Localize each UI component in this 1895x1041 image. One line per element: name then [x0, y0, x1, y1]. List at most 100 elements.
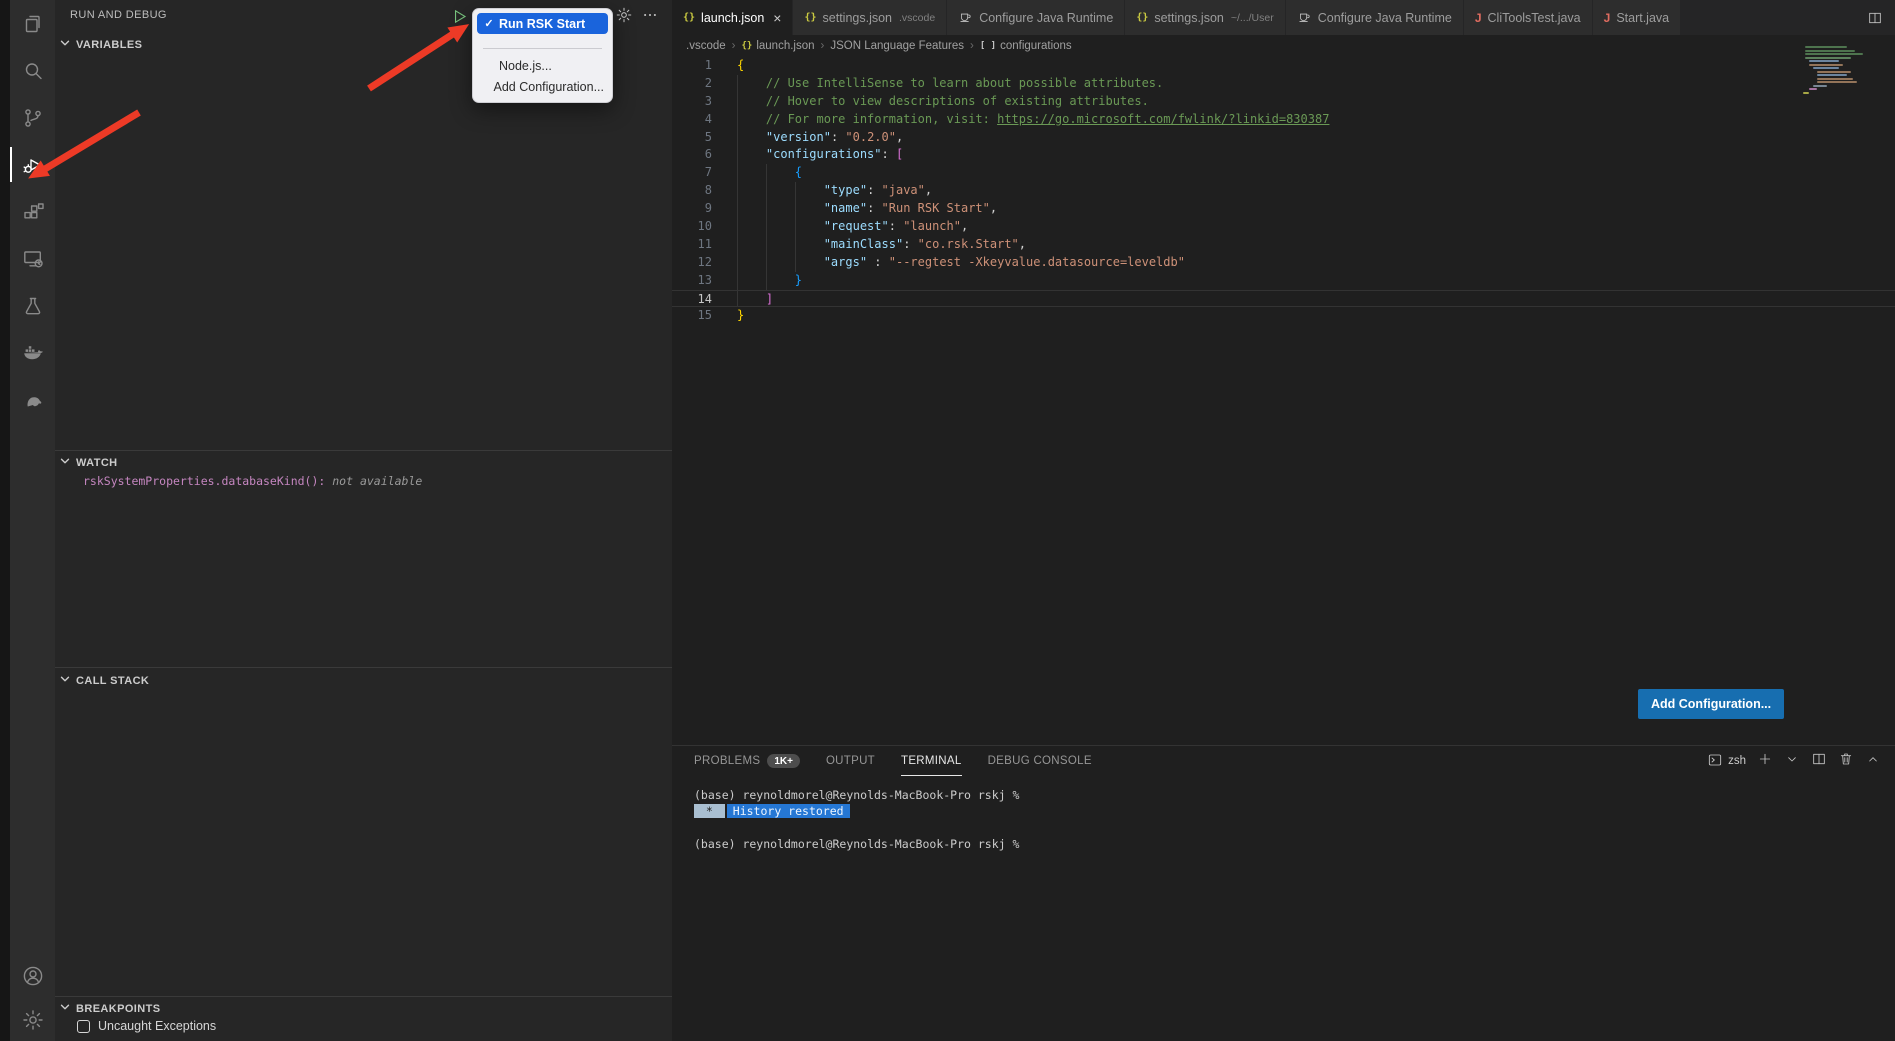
terminal-output[interactable]: (base) reynoldmorel@Reynolds-MacBook-Pro… — [694, 787, 1875, 852]
new-terminal-icon[interactable] — [1757, 751, 1773, 772]
breadcrumb-item-launch-json[interactable]: {}launch.json — [741, 40, 814, 52]
code-line[interactable]: 13 } — [672, 272, 1895, 290]
breadcrumb-item-vscode[interactable]: .vscode — [686, 40, 726, 52]
menu-item-run-rsk-start[interactable]: ✓Run RSK Start — [477, 13, 608, 34]
tab-configure-java-runtime[interactable]: Configure Java Runtime — [1286, 0, 1464, 35]
code-line[interactable]: 8 "type": "java", — [672, 182, 1895, 200]
minimap-line — [1803, 53, 1885, 55]
minimap-segment — [1805, 50, 1855, 52]
breakpoint-row[interactable]: Uncaught Exceptions — [77, 1019, 216, 1033]
tab-launch-json[interactable]: {}launch.json× — [672, 0, 793, 35]
minimap-line — [1803, 71, 1885, 73]
add-configuration-button[interactable]: Add Configuration... — [1638, 689, 1784, 719]
line-number: 15 — [672, 307, 712, 325]
activity-item-search-icon[interactable] — [10, 47, 55, 94]
activity-item-extensions-icon[interactable] — [10, 188, 55, 235]
minimap-segment — [1813, 85, 1827, 87]
activity-item-docker-icon[interactable] — [10, 329, 55, 376]
minimap[interactable] — [1803, 46, 1885, 96]
activity-item-source-control-icon[interactable] — [10, 94, 55, 141]
window-edge — [0, 0, 10, 1041]
code-line[interactable]: 3 // Hover to view descriptions of exist… — [672, 93, 1895, 111]
sidebar-title: RUN AND DEBUG — [70, 9, 167, 21]
section-divider — [55, 450, 672, 451]
menu-item-node-js[interactable]: Node.js... — [477, 55, 608, 76]
activity-item-testing-icon[interactable] — [10, 282, 55, 329]
activity-item-accounts-icon[interactable] — [10, 952, 55, 999]
views-and-more-actions-icon[interactable] — [641, 6, 659, 29]
tab-settings-json[interactable]: {}settings.json.vscode — [793, 0, 947, 35]
tab-start-java[interactable]: JStart.java — [1593, 0, 1682, 35]
indent-guide — [737, 272, 738, 290]
section-header-watch[interactable]: WATCH — [55, 452, 672, 474]
chevron-down-icon — [58, 454, 72, 473]
run-and-debug-sidebar: RUN AND DEBUG VARIABLESWATCHCALL STACKBR… — [55, 0, 672, 1041]
panel-tab-output[interactable]: OUTPUT — [826, 746, 875, 776]
terminal-line: (base) reynoldmorel@Reynolds-MacBook-Pro… — [694, 787, 1875, 803]
launch-profile-button[interactable]: zsh — [1707, 752, 1746, 771]
code-line[interactable]: 6 "configurations": [ — [672, 146, 1895, 164]
minimap-segment — [1809, 64, 1843, 66]
section-divider — [55, 667, 672, 668]
indent-guide — [795, 236, 796, 254]
line-number: 11 — [672, 236, 712, 254]
minimap-line — [1803, 60, 1885, 62]
activity-bar-top — [10, 0, 55, 423]
line-number: 1 — [672, 57, 712, 75]
indent-guide — [737, 164, 738, 182]
split-terminal-icon[interactable] — [1811, 751, 1827, 772]
code-line[interactable]: 10 "request": "launch", — [672, 218, 1895, 236]
panel-tab-debug-console[interactable]: DEBUG CONSOLE — [988, 746, 1092, 776]
watch-expression: rskSystemProperties.databaseKind(): — [83, 474, 325, 488]
section-header-call-stack[interactable]: CALL STACK — [55, 670, 672, 692]
panel-tab-terminal[interactable]: TERMINAL — [901, 746, 962, 776]
activity-item-remote-explorer-icon[interactable] — [10, 235, 55, 282]
section-label: BREAKPOINTS — [76, 1003, 160, 1015]
breadcrumb-item-configurations[interactable]: [ ]configurations — [980, 40, 1072, 52]
code-line[interactable]: 9 "name": "Run RSK Start", — [672, 200, 1895, 218]
code-line[interactable]: 15} — [672, 307, 1895, 325]
kill-terminal-icon[interactable] — [1838, 751, 1854, 772]
indent-guide — [737, 111, 738, 129]
code-line[interactable]: 11 "mainClass": "co.rsk.Start", — [672, 236, 1895, 254]
code-line[interactable]: 5 "version": "0.2.0", — [672, 129, 1895, 147]
section-watch: WATCH — [55, 452, 672, 474]
close-icon[interactable]: × — [773, 10, 781, 26]
minimap-segment — [1817, 71, 1851, 73]
tab-configure-java-runtime[interactable]: Configure Java Runtime — [947, 0, 1125, 35]
tab-description: .vscode — [899, 12, 935, 24]
code-line[interactable]: 2 // Use IntelliSense to learn about pos… — [672, 75, 1895, 93]
code-line[interactable]: 4 // For more information, visit: https:… — [672, 111, 1895, 129]
code-line[interactable]: 12 "args" : "--regtest -Xkeyvalue.dataso… — [672, 254, 1895, 272]
editor-tabs: {}launch.json×{}settings.json.vscodeConf… — [672, 0, 1681, 35]
code-text: ] — [737, 291, 773, 309]
code-text: } — [737, 272, 802, 290]
activity-item-gradle-icon[interactable] — [10, 376, 55, 423]
line-number: 14 — [672, 291, 712, 309]
code-line[interactable]: 7 { — [672, 164, 1895, 182]
tab-settings-json[interactable]: {}settings.json~/.../User — [1125, 0, 1285, 35]
split-editor-icon[interactable] — [1855, 0, 1895, 35]
minimap-line — [1803, 92, 1885, 94]
chevron-down-icon — [58, 672, 72, 691]
panel-tab-problems[interactable]: PROBLEMS1K+ — [694, 746, 800, 776]
open-launch-json-gear-icon[interactable] — [615, 6, 633, 29]
maximize-panel-icon[interactable] — [1865, 751, 1881, 772]
breadcrumb: .vscode›{}launch.json›JSON Language Feat… — [672, 35, 1895, 57]
breadcrumb-separator: › — [821, 40, 825, 52]
tab-description: ~/.../User — [1231, 12, 1274, 24]
section-header-breakpoints[interactable]: BREAKPOINTS — [55, 998, 672, 1020]
uncaught-exceptions-checkbox[interactable] — [77, 1020, 90, 1033]
code-line[interactable]: 1{ — [672, 57, 1895, 75]
activity-item-explorer-icon[interactable] — [10, 0, 55, 47]
tab-clitoolstest-java[interactable]: JCliToolsTest.java — [1464, 0, 1593, 35]
watch-expression-row[interactable]: rskSystemProperties.databaseKind(): not … — [83, 474, 422, 488]
code-text: { — [737, 57, 744, 75]
menu-item-add-configuration[interactable]: Add Configuration... — [477, 76, 608, 97]
code-editor[interactable]: 1{2 // Use IntelliSense to learn about p… — [672, 57, 1895, 325]
terminal-dropdown-icon[interactable] — [1784, 751, 1800, 772]
activity-item-settings-icon[interactable] — [10, 999, 55, 1041]
code-line[interactable]: 14 ] — [672, 290, 1895, 308]
breadcrumb-item-json-language-features[interactable]: JSON Language Features — [830, 40, 964, 52]
minimap-segment — [1805, 57, 1851, 59]
